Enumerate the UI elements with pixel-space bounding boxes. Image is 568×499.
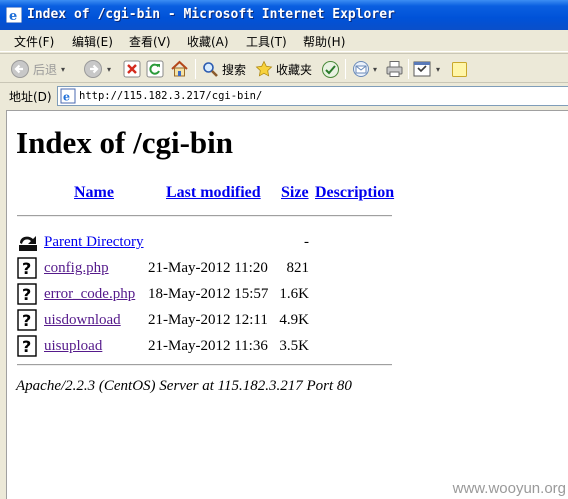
svg-text:e: e: [9, 9, 17, 23]
entry-link[interactable]: Parent Directory: [44, 234, 144, 251]
print-icon: [386, 61, 403, 77]
toolbar-separator: [345, 59, 346, 79]
address-url[interactable]: http://115.182.3.217/cgi-bin/: [79, 90, 262, 102]
column-header-name[interactable]: Name: [74, 184, 114, 202]
list-item: ? error_code.php 18-May-2012 15:57 1.6K: [7, 283, 568, 307]
entry-link[interactable]: error_code.php: [44, 286, 135, 303]
divider: [17, 364, 392, 366]
forward-dropdown-icon[interactable]: ▾: [107, 65, 111, 74]
entry-size: 1.6K: [279, 286, 309, 302]
entry-date: 21-May-2012 11:36: [148, 338, 268, 354]
menu-file[interactable]: 文件(F): [14, 33, 54, 50]
column-header-last-modified[interactable]: Last modified: [166, 184, 261, 202]
stop-button[interactable]: [123, 58, 141, 80]
entry-size: 3.5K: [279, 338, 309, 354]
entry-size: -: [304, 234, 309, 250]
favorites-label: 收藏夹: [276, 62, 313, 77]
menu-help[interactable]: 帮助(H): [303, 33, 345, 50]
svg-text:?: ?: [22, 259, 31, 278]
favorites-button[interactable]: 收藏夹: [255, 58, 312, 80]
unknown-file-icon: ?: [17, 335, 37, 357]
entry-date: 21-May-2012 12:11: [148, 312, 268, 328]
list-item: ? uisupload 21-May-2012 11:36 3.5K: [7, 335, 568, 359]
toolbar-separator: [195, 59, 196, 79]
svg-text:e: e: [63, 91, 70, 104]
search-button[interactable]: 搜索: [201, 58, 246, 80]
entry-link[interactable]: uisupload: [44, 338, 102, 355]
toolbar: 后退 ▾ ▾ 搜索 收藏夹 ▾ ▾: [0, 53, 568, 83]
address-bar: 地址(D) e http://115.182.3.217/cgi-bin/: [0, 84, 568, 108]
server-signature: Apache/2.2.3 (CentOS) Server at 115.182.…: [16, 378, 352, 394]
title-bar[interactable]: e Index of /cgi-bin - Microsoft Internet…: [0, 0, 568, 30]
stop-icon: [123, 60, 141, 78]
address-label: 地址(D): [9, 90, 52, 104]
menu-bar: 文件(F) 编辑(E) 查看(V) 收藏(A) 工具(T) 帮助(H): [0, 30, 568, 52]
back-dropdown-icon[interactable]: ▾: [61, 65, 65, 74]
toolbar-separator: [408, 59, 409, 79]
unknown-file-icon: ?: [17, 283, 37, 305]
entry-size: 821: [286, 260, 310, 276]
page-content: Index of /cgi-bin Name Last modified Siz…: [6, 110, 568, 499]
mail-button[interactable]: ▾: [352, 58, 377, 80]
back-button[interactable]: 后退 ▾: [10, 58, 65, 80]
menu-favorites[interactable]: 收藏(A): [187, 33, 229, 50]
star-icon: [255, 60, 273, 77]
media-icon: [322, 60, 339, 78]
refresh-icon: [146, 60, 164, 78]
menu-tools[interactable]: 工具(T): [246, 33, 287, 50]
svg-text:?: ?: [22, 337, 31, 356]
page-icon: e: [60, 88, 76, 104]
print-button[interactable]: [385, 58, 404, 80]
edit-page-icon: [413, 61, 431, 77]
ie-logo-icon: e: [6, 7, 22, 23]
watermark: www.wooyun.org: [452, 480, 566, 497]
back-folder-icon: [19, 236, 37, 251]
unknown-file-icon: ?: [17, 257, 37, 279]
page-title: Index of /cgi-bin: [16, 125, 234, 160]
search-icon: [203, 62, 218, 77]
entry-link[interactable]: config.php: [44, 260, 109, 277]
svg-text:?: ?: [22, 285, 31, 304]
window-title: Index of /cgi-bin - Microsoft Internet E…: [27, 7, 395, 22]
menu-view[interactable]: 查看(V): [129, 33, 171, 50]
home-button[interactable]: [170, 58, 189, 80]
mail-icon: [353, 61, 369, 77]
address-field[interactable]: e http://115.182.3.217/cgi-bin/: [57, 86, 568, 106]
back-arrow-icon: [11, 60, 29, 78]
edit-dropdown-icon[interactable]: ▾: [436, 65, 440, 74]
discuss-button[interactable]: [451, 58, 468, 80]
home-icon: [171, 60, 188, 77]
entry-link[interactable]: uisdownload: [44, 312, 121, 329]
search-label: 搜索: [222, 62, 247, 77]
entry-date: 21-May-2012 11:20: [148, 260, 268, 276]
mail-dropdown-icon[interactable]: ▾: [373, 65, 377, 74]
back-label: 后退: [33, 62, 58, 77]
note-icon: [452, 61, 467, 77]
forward-button[interactable]: ▾: [83, 58, 111, 80]
unknown-file-icon: ?: [17, 309, 37, 331]
media-button[interactable]: [321, 58, 340, 80]
list-item: ? config.php 21-May-2012 11:20 821: [7, 257, 568, 281]
divider: [17, 215, 392, 217]
list-item: Parent Directory -: [7, 231, 568, 255]
list-item: ? uisdownload 21-May-2012 12:11 4.9K: [7, 309, 568, 333]
menu-edit[interactable]: 编辑(E): [72, 33, 113, 50]
refresh-button[interactable]: [146, 58, 164, 80]
column-header-description[interactable]: Description: [315, 184, 394, 202]
edit-button[interactable]: ▾: [413, 58, 440, 80]
forward-arrow-icon: [84, 60, 102, 78]
column-header-size[interactable]: Size: [281, 184, 309, 202]
entry-size: 4.9K: [279, 312, 309, 328]
svg-text:?: ?: [22, 311, 31, 330]
entry-date: 18-May-2012 15:57: [148, 286, 269, 302]
